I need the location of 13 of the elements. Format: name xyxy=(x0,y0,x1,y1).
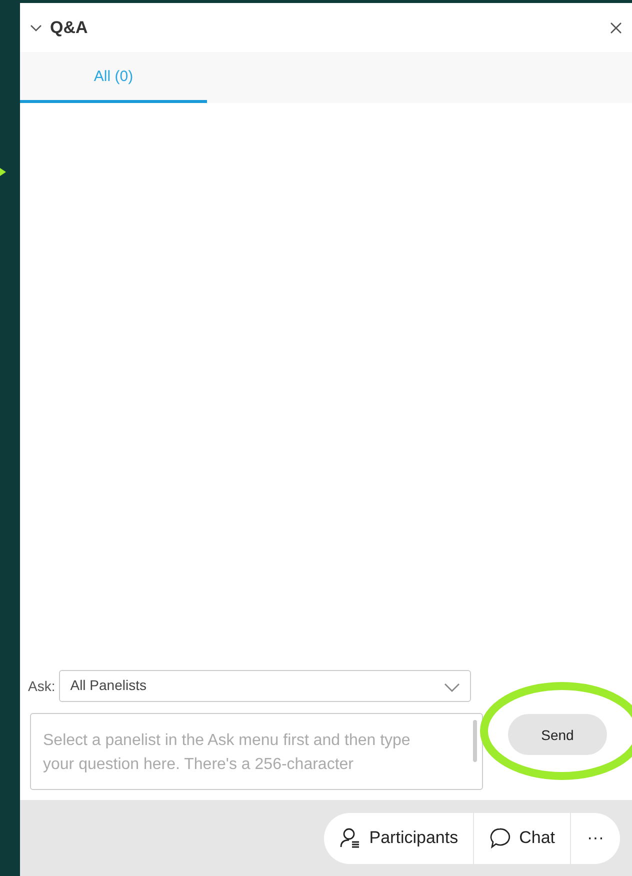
scrollbar-thumb[interactable] xyxy=(473,720,477,762)
recipient-dropdown[interactable]: All Panelists xyxy=(59,670,472,702)
send-button[interactable]: Send xyxy=(508,714,607,755)
more-button[interactable]: ··· xyxy=(571,812,620,864)
ask-label: Ask: xyxy=(28,678,56,694)
chevron-down-icon xyxy=(444,683,460,693)
panel-title: Q&A xyxy=(50,18,89,38)
participants-button[interactable]: Participants xyxy=(324,812,474,864)
close-icon[interactable] xyxy=(610,22,622,34)
chat-button[interactable]: Chat xyxy=(474,812,572,864)
person-list-icon xyxy=(339,827,362,849)
speech-bubble-icon xyxy=(489,827,512,849)
question-field[interactable]: Select a panelist in the Ask menu first and then type your question here. There's a 256-character xyxy=(30,713,483,790)
